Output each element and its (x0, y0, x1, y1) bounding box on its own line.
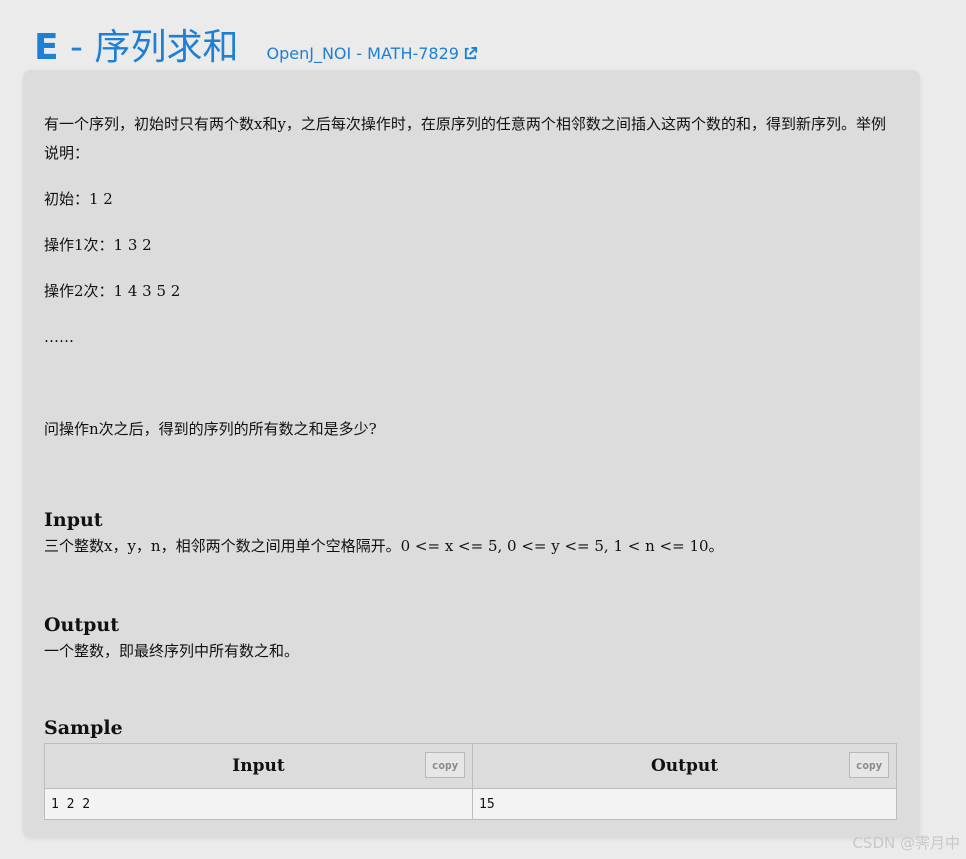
description-paragraph: 有一个序列，初始时只有两个数x和y，之后每次操作时，在原序列的任意两个相邻数之间… (44, 115, 886, 162)
problem-content: 有一个序列，初始时只有两个数x和y，之后每次操作时，在原序列的任意两个相邻数之间… (44, 110, 900, 740)
problem-title: E - 序列求和 (34, 18, 238, 70)
description-question: 问操作n次之后，得到的序列的所有数之和是多少? (44, 420, 377, 438)
sample-input-cell: 1 2 2 (44, 788, 473, 820)
sample-header-row: Input copy Output copy (44, 743, 897, 789)
problem-header: E - 序列求和 OpenJ_NOI - MATH-7829 (34, 18, 478, 70)
problem-name: - 序列求和 (58, 27, 239, 68)
external-link-icon (464, 46, 478, 60)
sample-output-header-label: Output (650, 756, 719, 776)
sample-output-cell: 15 (472, 788, 897, 820)
output-heading: Output (44, 614, 120, 636)
source-link-label: OpenJ_NOI - MATH-7829 (266, 44, 459, 63)
sample-table: Input copy Output copy 1 2 2 15 (44, 743, 897, 820)
output-text: 一个整数，即最终序列中所有数之和。 (44, 642, 300, 660)
problem-card: 有一个序列，初始时只有两个数x和y，之后每次操作时，在原序列的任意两个相邻数之间… (23, 70, 920, 838)
sample-input-header: Input copy (44, 743, 473, 789)
description-line: …… (44, 328, 74, 346)
input-text: 三个整数x，y，n，相邻两个数之间用单个空格隔开。0 <= x <= 5, 0 … (44, 537, 724, 555)
input-heading: Input (44, 509, 103, 531)
sample-output-header: Output copy (472, 743, 897, 789)
description-line: 操作2次：1 4 3 5 2 (44, 282, 181, 300)
sample-input-header-label: Input (232, 756, 285, 776)
copy-input-button[interactable]: copy (425, 752, 465, 778)
description-line: 操作1次：1 3 2 (44, 236, 152, 254)
sample-heading: Sample (44, 717, 123, 739)
table-row: 1 2 2 15 (44, 788, 897, 820)
description-line: 初始：1 2 (44, 190, 113, 208)
source-link[interactable]: OpenJ_NOI - MATH-7829 (266, 44, 478, 63)
problem-letter: E (34, 27, 59, 68)
watermark: CSDN @霁月中 (852, 834, 960, 852)
copy-output-button[interactable]: copy (849, 752, 889, 778)
